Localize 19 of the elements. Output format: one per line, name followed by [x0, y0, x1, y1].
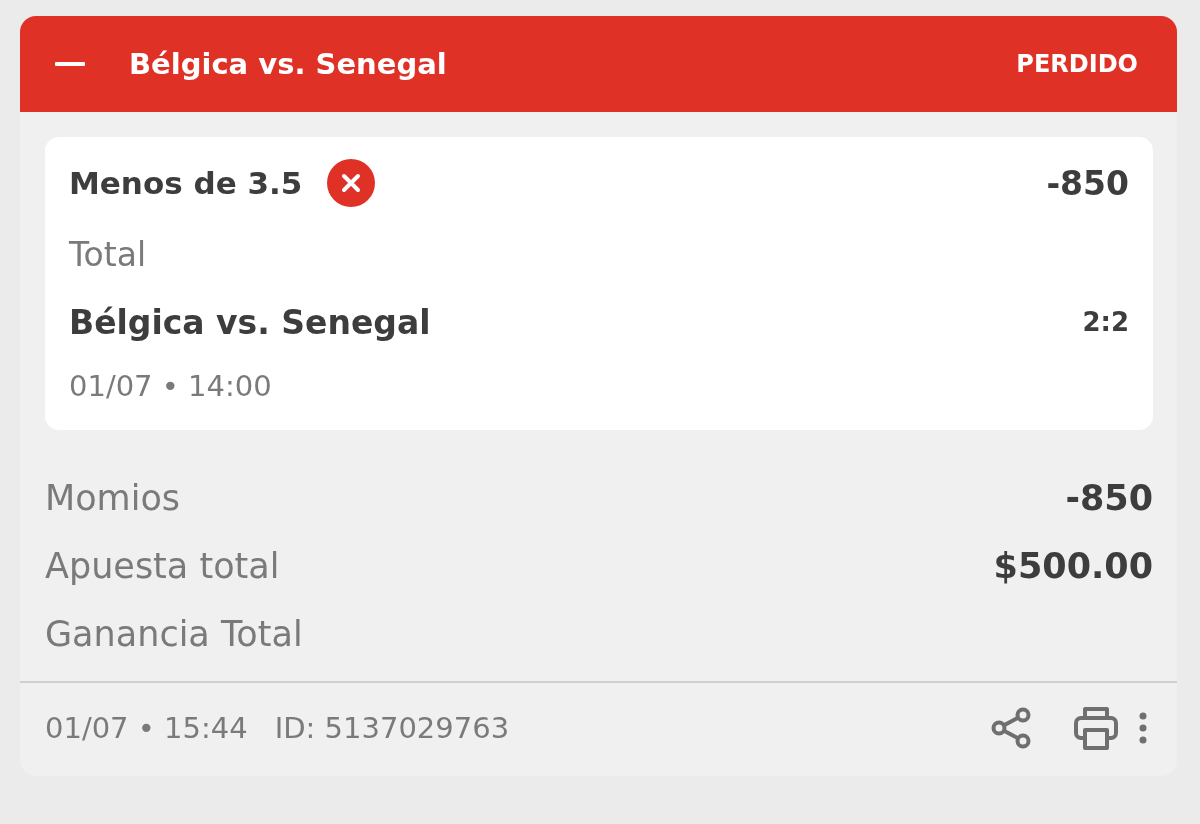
summary-value: -850 — [1065, 478, 1153, 518]
event-time: 01/07 • 14:00 — [69, 369, 272, 403]
placed-time: 01/07 • 15:44 — [45, 710, 248, 745]
status-label: PERDIDO — [1016, 50, 1138, 78]
bet-id: ID: 5137029763 — [274, 710, 510, 745]
market-label: Total — [69, 234, 147, 274]
odds-value: -850 — [1046, 163, 1129, 203]
event-title: Bélgica vs. Senegal — [129, 47, 447, 81]
share-icon[interactable] — [991, 706, 1031, 749]
print-icon[interactable] — [1074, 705, 1118, 750]
summary-label: Momios — [45, 478, 181, 518]
summary-label: Ganancia Total — [45, 614, 303, 654]
cross-circle-icon — [327, 159, 376, 207]
event-name: Bélgica vs. Senegal — [69, 302, 431, 342]
more-vertical-icon[interactable] — [1139, 711, 1147, 744]
summary-label: Apuesta total — [45, 546, 280, 586]
summary-value: $500.00 — [993, 546, 1153, 586]
pick-label: Menos de 3.5 — [69, 165, 303, 201]
score-value: 2:2 — [1082, 307, 1129, 337]
